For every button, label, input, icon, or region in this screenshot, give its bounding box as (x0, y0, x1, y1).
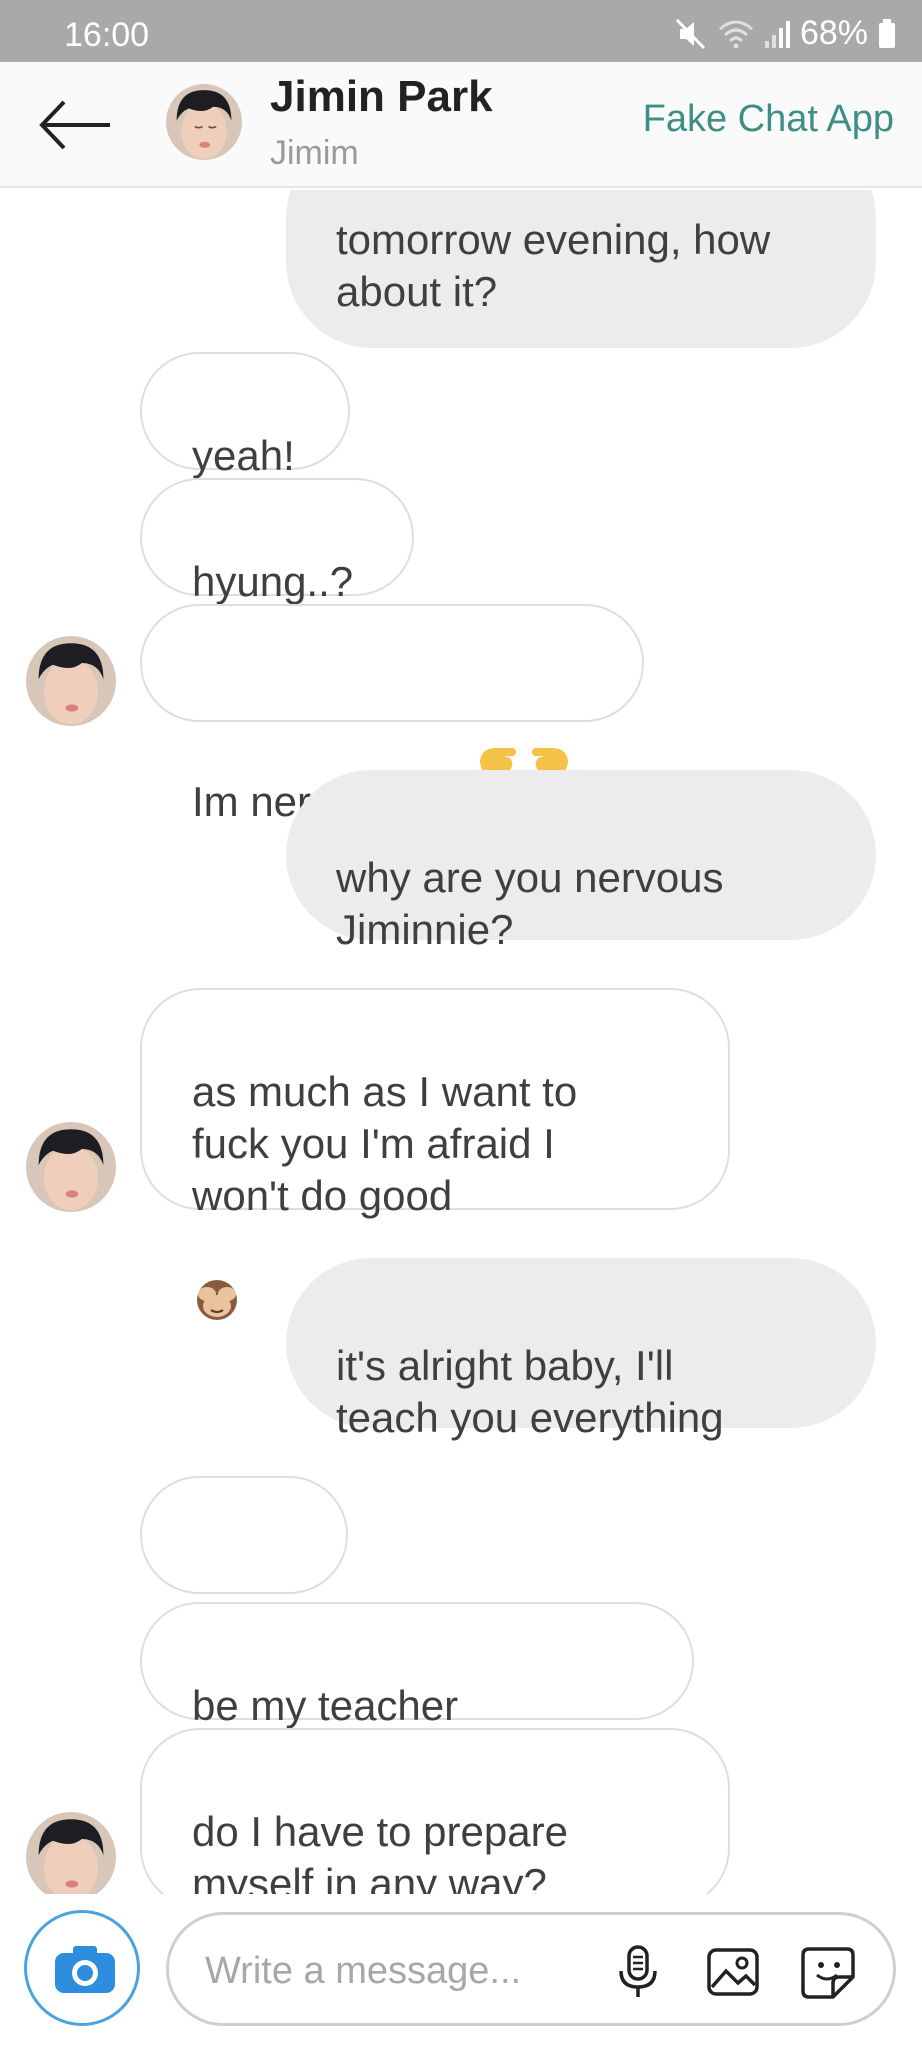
pointing-fingers-emoji (474, 682, 574, 774)
app-name: Fake Chat App (642, 98, 894, 140)
chat-header: Jimin Park Jimim Fake Chat App (0, 62, 922, 188)
message-bubble-incoming: as much as I want to fuck you I'm afraid… (140, 988, 730, 1320)
status-bar: 16:00 68% (0, 0, 922, 62)
message-text: be my teacher (192, 1682, 459, 1729)
contact-avatar[interactable] (26, 636, 116, 726)
status-icons: 68% (674, 14, 896, 53)
contact-avatar[interactable] (26, 1812, 116, 1894)
message-bubble-incoming: be my teacher (140, 1602, 694, 1831)
purple-heart-emoji (242, 1554, 292, 1650)
message-bubble-incoming (140, 1476, 348, 1653)
message-input[interactable] (203, 1941, 573, 2001)
message-composer (0, 1894, 922, 2048)
message-text: do I have to prepare myself in any way? (192, 1808, 568, 1894)
message-text: why are you nervous Jiminnie? (336, 854, 724, 953)
flushed-face-emoji (192, 1554, 242, 1653)
image-icon[interactable] (704, 1943, 762, 2001)
arrow-left-icon (39, 100, 110, 150)
contact-avatar[interactable] (26, 1122, 116, 1212)
message-bubble-outgoing: why are you nervous Jiminnie? (286, 770, 876, 953)
contact-subtitle: Jimim (270, 134, 359, 172)
battery-icon (878, 18, 896, 49)
message-text: tomorrow evening, how about it? (336, 216, 771, 315)
message-text: as much as I want to fuck you I'm afraid… (192, 1068, 578, 1219)
battery-percent: 68% (799, 14, 868, 52)
message-bubble-outgoing: it's alright baby, I'll teach you everyt… (286, 1258, 876, 1441)
back-button[interactable] (30, 92, 120, 158)
sticker-icon[interactable] (799, 1943, 857, 2001)
message-bubble-outgoing: tomorrow evening, how about it? (286, 190, 876, 348)
message-bubble-incoming: yeah! (140, 352, 350, 479)
mute-icon (674, 17, 708, 51)
message-text: hyung..? (192, 558, 354, 605)
camera-button[interactable] (24, 1910, 140, 2026)
microphone-icon[interactable] (609, 1943, 667, 2001)
message-text: it's alright baby, I'll teach you everyt… (336, 1342, 724, 1441)
message-text: yeah! (192, 432, 295, 479)
message-bubble-incoming: do I have to prepare myself in any way? (140, 1728, 730, 1894)
contact-avatar[interactable] (166, 84, 242, 160)
camera-icon (55, 1946, 115, 1993)
message-bubble-incoming: hyung..? (140, 478, 414, 605)
status-time: 16:00 (64, 16, 150, 54)
message-input-container (166, 1912, 896, 2026)
wifi-icon (718, 19, 754, 49)
message-bubble-incoming: Im nervous a lil (140, 604, 644, 825)
signal-icon (764, 19, 790, 49)
message-list[interactable]: tomorrow evening, how about it? yeah! hy… (0, 190, 922, 1894)
see-no-evil-monkey-emoji (192, 1222, 242, 1320)
contact-name: Jimin Park (270, 72, 493, 121)
